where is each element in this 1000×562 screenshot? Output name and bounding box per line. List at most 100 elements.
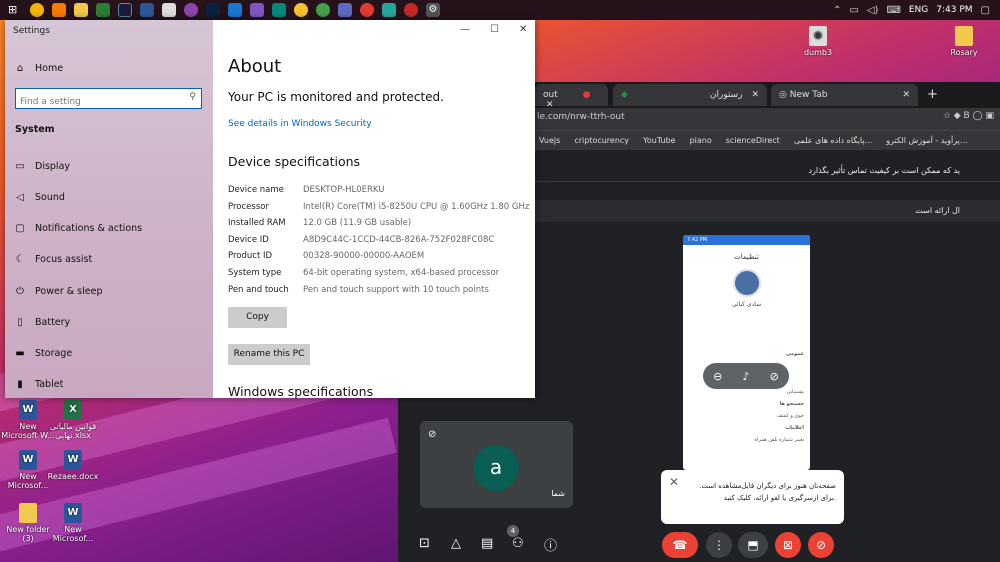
toast-message: صفحه‌تان هنوز برای دیگران قابل‌مشاهده اس…	[699, 482, 836, 502]
bookmark[interactable]: scienceDirect	[726, 136, 780, 145]
chrome-icon[interactable]	[30, 3, 44, 17]
nav-item-power[interactable]: ⏻ Power & sleep	[13, 286, 102, 297]
bookmark[interactable]: criptocurency	[574, 136, 629, 145]
search-icon[interactable]: ⚲	[189, 92, 196, 102]
spec-row: Processor Intel(R) Core(TM) i5-8250U CPU …	[228, 202, 538, 212]
participant-count-badge: 4	[507, 525, 519, 537]
address-bar[interactable]: le.com/nrw-ttrh-out ☆ ◆ B ◯ ▣	[535, 108, 1000, 130]
app-icon[interactable]	[228, 3, 242, 17]
spec-value: 64-bit operating system, x64-based proce…	[303, 268, 500, 278]
vlc-icon[interactable]	[52, 3, 66, 17]
firefox-icon[interactable]	[184, 3, 198, 17]
desktop-icon[interactable]: W Rezaee.docx	[45, 450, 101, 481]
search-box[interactable]: ⚲	[15, 88, 202, 111]
leave-call-button[interactable]: ☎	[662, 532, 698, 558]
new-tab-button[interactable]: +	[927, 87, 938, 102]
close-icon[interactable]: ✕	[902, 90, 910, 100]
nav-item-storage[interactable]: ▬ Storage	[13, 348, 72, 359]
app-icon[interactable]	[382, 3, 396, 17]
browser-tab[interactable]: ◎ New Tab ✕	[771, 84, 918, 106]
bookmark[interactable]: Vuejs	[539, 136, 560, 145]
nav-item-tablet[interactable]: ▮ Tablet	[13, 379, 63, 390]
app-icon[interactable]	[162, 3, 176, 17]
camera-toggle-button[interactable]: ⊠	[775, 532, 801, 558]
moon-icon: ☾	[15, 254, 25, 265]
app-icon[interactable]	[272, 3, 286, 17]
phone-section: اعلامات	[785, 425, 804, 431]
word-icon: W	[64, 450, 82, 470]
app-icon[interactable]	[140, 3, 154, 17]
close-icon[interactable]: ✕	[751, 90, 759, 100]
spec-value: DESKTOP-HL0ERKU	[303, 185, 385, 195]
app-icon[interactable]	[294, 3, 308, 17]
phone-hangup-icon: ☎	[672, 538, 688, 552]
close-icon[interactable]: ✕	[669, 476, 679, 488]
folder-icon[interactable]	[74, 3, 88, 17]
copy-button[interactable]: Copy	[228, 307, 287, 328]
bookmark[interactable]: پایگاه داده های علمی...	[794, 136, 872, 145]
security-link[interactable]: See details in Windows Security	[228, 119, 372, 129]
bookmarks-bar: Vuejs criptocurency YouTube piano scienc…	[535, 130, 1000, 150]
search-input[interactable]	[16, 93, 176, 111]
bookmark[interactable]: piano	[690, 136, 712, 145]
photoshop-icon[interactable]	[118, 3, 132, 17]
nav-item-sound[interactable]: ◁ Sound	[13, 192, 65, 203]
more-options-button[interactable]: ⋮	[706, 532, 732, 558]
desktop-icon[interactable]: ◉ dumb3	[790, 26, 846, 57]
app-icon[interactable]	[316, 3, 330, 17]
settings-icon[interactable]: ⚙	[426, 3, 440, 17]
app-icon[interactable]	[404, 3, 418, 17]
home-icon: ⌂	[16, 63, 24, 74]
present-button[interactable]: ⬒	[738, 532, 768, 558]
chat-icon[interactable]: ▤	[481, 536, 493, 551]
chevron-up-icon[interactable]: ⌃	[833, 5, 841, 16]
spec-value: Pen and touch support with 10 touch poin…	[303, 285, 489, 295]
browser-tab[interactable]: ◆ رستوران ✕	[613, 84, 767, 106]
nav-item-display[interactable]: ▭ Display	[13, 161, 70, 172]
speaker-icon: ◁	[16, 192, 24, 203]
nav-label: Storage	[35, 348, 73, 359]
volume-icon[interactable]: ◁)	[867, 5, 879, 16]
info-icon[interactable]: ⓘ	[544, 535, 557, 554]
lock-icon[interactable]: ⊡	[419, 536, 430, 551]
language-indicator[interactable]: ENG	[909, 5, 928, 15]
extension-icons[interactable]: ☆ ◆ B ◯ ▣	[943, 111, 994, 121]
present-screen-icon: ⬒	[747, 538, 759, 552]
spec-value: 00328-90000-00000-AAOEM	[303, 251, 425, 261]
tablet-icon: ▮	[17, 379, 23, 390]
self-video-tile[interactable]: ⊘ a شما	[420, 421, 573, 508]
mic-toggle-button[interactable]: ⊘	[808, 532, 834, 558]
desktop-icon-label: New folder (3)	[6, 525, 50, 543]
app-icon[interactable]	[96, 3, 110, 17]
phone-section: جستجو ها	[779, 401, 804, 407]
network-icon[interactable]: ▭	[849, 5, 858, 16]
bookmark[interactable]: پرآوید - آموزش الکترو...	[886, 136, 967, 145]
nav-item-focus-assist[interactable]: ☾ Focus assist	[13, 254, 93, 265]
maximize-icon[interactable]: ☐	[490, 24, 499, 35]
desktop-icon[interactable]: Rosary	[936, 26, 992, 57]
app-icon[interactable]	[360, 3, 374, 17]
clock[interactable]: 7:43 PM	[936, 5, 972, 15]
bookmark[interactable]: YouTube	[643, 136, 676, 145]
photoshop-icon[interactable]	[206, 3, 220, 17]
activities-icon[interactable]: △	[451, 536, 461, 551]
phone-row: تغییر شماره تلفن همراه	[754, 437, 804, 443]
people-icon[interactable]: ⚇	[512, 536, 524, 551]
app-icon[interactable]	[338, 3, 352, 17]
close-icon[interactable]: ✕	[519, 24, 527, 35]
rename-pc-button[interactable]: Rename this PC	[228, 344, 310, 365]
notifications-icon[interactable]: ▢	[981, 5, 990, 16]
presenting-toast[interactable]: ✕ صفحه‌تان هنوز برای دیگران قابل‌مشاهده …	[661, 470, 844, 524]
phone-row: جوی و کشف	[776, 413, 804, 419]
app-icon[interactable]	[250, 3, 264, 17]
nav-item-battery[interactable]: ▯ Battery	[13, 317, 70, 328]
browser-tab[interactable]: out ● ✕	[535, 84, 608, 110]
desktop-icon[interactable]: W New Microsof...	[45, 503, 101, 543]
nav-home[interactable]: ⌂ Home	[13, 63, 63, 74]
mic-off-icon: ⊘	[769, 369, 779, 383]
nav-item-notifications[interactable]: ▢ Notifications & actions	[13, 223, 142, 234]
keyboard-icon[interactable]: ⌨	[886, 5, 900, 16]
start-icon[interactable]: ⊞	[8, 3, 22, 17]
minimize-icon[interactable]: —	[460, 24, 470, 35]
desktop-icon[interactable]: X قوانین مالیاتی نهایی.xlsx	[45, 400, 101, 440]
